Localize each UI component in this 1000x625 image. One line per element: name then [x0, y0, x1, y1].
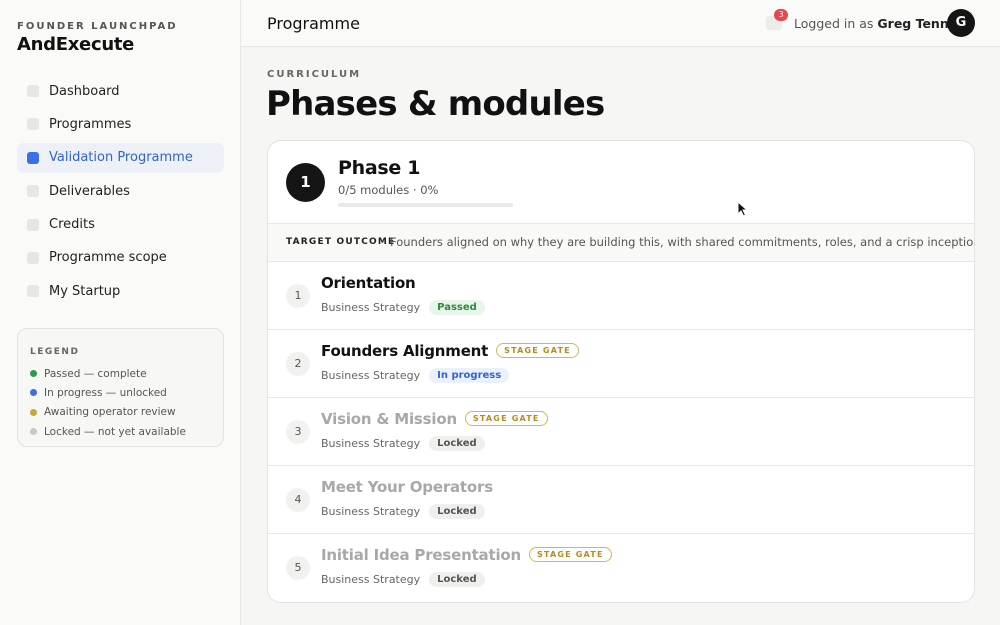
sidebar-item-credits[interactable]: Credits: [17, 210, 224, 240]
status-badge: Locked: [429, 436, 485, 451]
module-category: Business Strategy: [321, 301, 421, 314]
phase-header[interactable]: 1 Phase 1 0/5 modules · 0%: [268, 141, 974, 224]
module-number: 2: [286, 352, 310, 376]
brand-name[interactable]: AndExecute: [17, 34, 134, 55]
module-row-meet-your-operators[interactable]: 4 Meet Your Operators Business Strategy L…: [268, 466, 974, 534]
module-row-orientation[interactable]: 1 Orientation Business Strategy Passed: [268, 262, 974, 330]
topbar: Programme 3 Logged in as Greg Tennant G: [241, 0, 1000, 47]
module-row-vision-mission[interactable]: 3 Vision & Mission STAGE GATE Business St…: [268, 398, 974, 466]
target-outcome-label: TARGET OUTCOME: [286, 237, 396, 247]
legend-title: LEGEND: [30, 347, 80, 357]
sidebar-item-my-startup[interactable]: My Startup: [17, 276, 224, 306]
validation-programme-icon: [27, 151, 39, 164]
sidebar-item-label: Validation Programme: [49, 150, 193, 166]
module-title: Initial Idea Presentation STAGE GATE: [321, 546, 612, 564]
module-title: Vision & Mission STAGE GATE: [321, 410, 548, 428]
phase-number-badge: 1: [286, 163, 325, 202]
module-row-founders-alignment[interactable]: 2 Founders Alignment STAGE GATE Business …: [268, 330, 974, 398]
stage-gate-badge: STAGE GATE: [528, 547, 612, 562]
my-startup-icon: [27, 285, 39, 298]
legend-label: Locked — not yet available: [44, 425, 186, 438]
sidebar-item-label: My Startup: [49, 283, 121, 299]
target-outcome: TARGET OUTCOME Founders aligned on why t…: [268, 224, 975, 262]
module-category: Business Strategy: [321, 437, 421, 450]
sidebar-item-label: Deliverables: [49, 183, 130, 199]
status-badge: Locked: [429, 572, 485, 587]
module-number: 3: [286, 420, 310, 444]
module-row-initial-idea-presentation[interactable]: 5 Initial Idea Presentation STAGE GATE Bu…: [268, 534, 974, 602]
credits-icon: [27, 218, 39, 231]
module-meta: Business Strategy Locked: [321, 504, 485, 519]
phase-card: 1 Phase 1 0/5 modules · 0% TARGET OUTCOM…: [267, 140, 975, 603]
topbar-title: Programme: [267, 14, 360, 33]
sidebar-item-validation-programme[interactable]: Validation Programme: [17, 142, 224, 173]
module-title: Orientation: [321, 274, 416, 292]
sidebar-nav: Dashboard Programmes Validation Programm…: [17, 76, 224, 310]
sidebar-item-label: Programme scope: [49, 250, 167, 266]
programme-scope-icon: [27, 251, 39, 264]
gold-dot-icon: [30, 408, 37, 416]
stage-gate-badge: STAGE GATE: [496, 343, 579, 358]
green-dot-icon: [30, 370, 37, 378]
deliverables-icon: [27, 185, 39, 198]
legend-label: Awaiting operator review: [44, 406, 176, 419]
gray-dot-icon: [30, 428, 37, 436]
phase-progress-text: 0/5 modules · 0%: [338, 183, 439, 197]
brand-kicker: FOUNDER LAUNCHPAD: [17, 21, 178, 32]
sidebar-item-programme-scope[interactable]: Programme scope: [17, 243, 224, 273]
dashboard-icon: [27, 85, 39, 97]
legend: LEGEND Passed — complete In progress — u…: [17, 328, 224, 447]
phase-progress-bar: [338, 203, 513, 207]
module-meta: Business Strategy Locked: [321, 436, 485, 451]
sidebar-item-label: Credits: [49, 217, 95, 233]
legend-item-awaiting-review: Awaiting operator review: [30, 403, 211, 422]
mouse-cursor-icon: [737, 201, 749, 217]
sidebar-item-label: Programmes: [49, 116, 132, 132]
page-title: Phases & modules: [266, 84, 605, 124]
module-category: Business Strategy: [321, 505, 421, 518]
module-category: Business Strategy: [321, 573, 421, 586]
target-outcome-text: Founders aligned on why they are buildin…: [390, 235, 975, 249]
module-title: Meet Your Operators: [321, 478, 493, 496]
status-badge: Locked: [429, 504, 485, 519]
module-title: Founders Alignment STAGE GATE: [321, 342, 579, 360]
sidebar-item-deliverables[interactable]: Deliverables: [17, 176, 224, 206]
legend-item-passed: Passed — complete: [30, 364, 211, 383]
module-meta: Business Strategy Locked: [321, 572, 485, 587]
module-number: 5: [286, 556, 310, 580]
login-status: Logged in as Greg Tennant: [794, 16, 972, 31]
sidebar: FOUNDER LAUNCHPAD AndExecute Dashboard P…: [0, 0, 241, 625]
section-kicker: CURRICULUM: [267, 69, 362, 80]
stage-gate-badge: STAGE GATE: [464, 411, 548, 426]
status-badge: Passed: [429, 300, 485, 315]
legend-label: In progress — unlocked: [44, 386, 167, 399]
module-number: 4: [286, 488, 310, 512]
module-category: Business Strategy: [321, 369, 421, 382]
avatar[interactable]: G: [947, 9, 975, 37]
login-prefix: Logged in as: [794, 16, 874, 31]
blue-dot-icon: [30, 389, 37, 397]
legend-item-locked: Locked — not yet available: [30, 422, 211, 441]
phase-title: Phase 1: [338, 157, 421, 179]
sidebar-item-dashboard[interactable]: Dashboard: [17, 76, 224, 106]
programmes-icon: [27, 118, 39, 131]
legend-label: Passed — complete: [44, 367, 147, 380]
module-meta: Business Strategy In progress: [321, 368, 510, 383]
module-number: 1: [286, 284, 310, 308]
legend-item-in-progress: In progress — unlocked: [30, 383, 211, 402]
status-badge: In progress: [429, 368, 510, 383]
sidebar-item-programmes[interactable]: Programmes: [17, 109, 224, 139]
module-meta: Business Strategy Passed: [321, 300, 485, 315]
notification-count-badge: 3: [774, 9, 788, 21]
sidebar-item-label: Dashboard: [49, 83, 120, 99]
